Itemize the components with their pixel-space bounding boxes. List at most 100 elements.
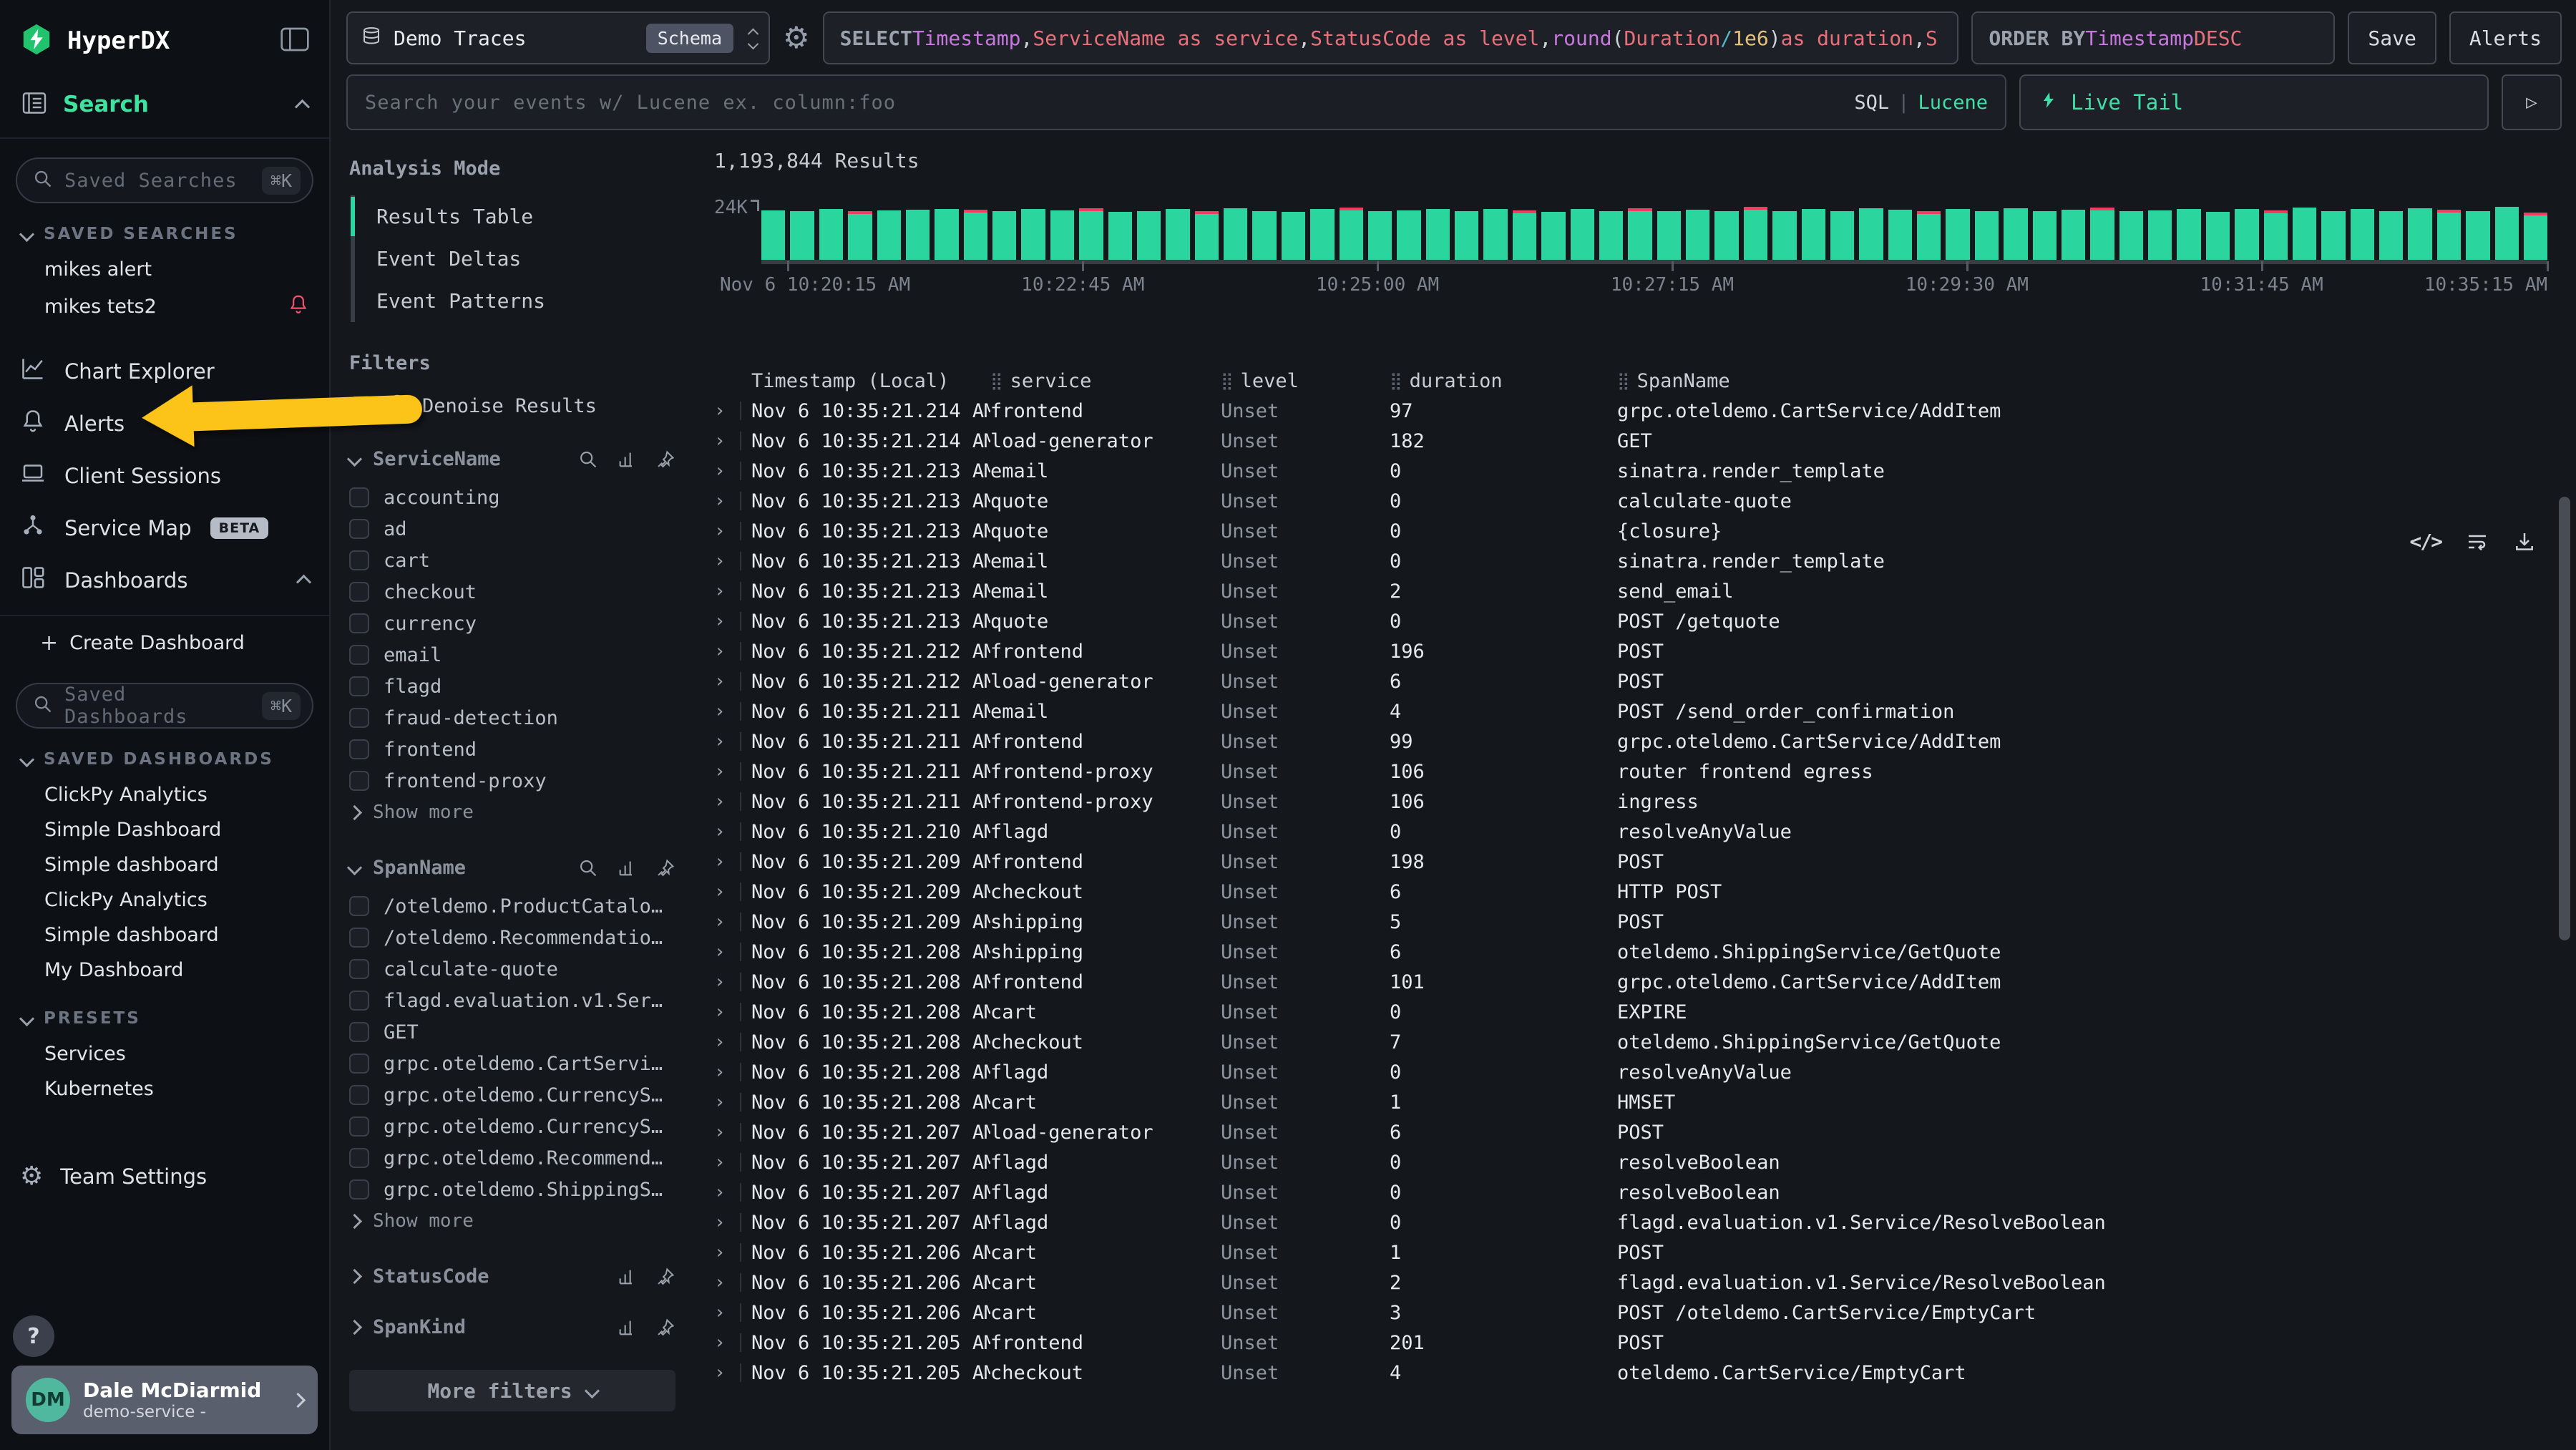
table-row[interactable]: ›Nov 6 10:35:21.214 AMload-generatorUnse…: [714, 426, 2547, 456]
histogram-bar[interactable]: [1455, 211, 1478, 260]
run-query-button[interactable]: ▷: [2502, 74, 2562, 130]
histogram-bar[interactable]: [1108, 212, 1132, 260]
vertical-scrollbar[interactable]: [2559, 497, 2570, 940]
checkbox[interactable]: [349, 1148, 369, 1168]
row-expand-chevron[interactable]: ›: [714, 550, 740, 572]
row-expand-chevron[interactable]: ›: [714, 641, 740, 662]
histogram-bar[interactable]: [1714, 211, 1738, 260]
histogram-bar[interactable]: [2264, 210, 2288, 260]
histogram-bar[interactable]: [2379, 211, 2403, 260]
sql-select-input[interactable]: SELECT Timestamp, ServiceName as service…: [823, 11, 1959, 64]
preset-item[interactable]: Kubernetes: [0, 1071, 329, 1106]
histogram-bar[interactable]: [1137, 211, 1161, 260]
drag-handle-icon[interactable]: ⣿: [990, 371, 1002, 391]
checkbox[interactable]: [349, 613, 369, 633]
chevron-up-icon[interactable]: [295, 99, 310, 114]
help-button[interactable]: ?: [13, 1315, 54, 1357]
row-expand-chevron[interactable]: ›: [714, 1242, 740, 1263]
histogram-bar[interactable]: [1541, 212, 1565, 260]
saved-dashboard-item[interactable]: Simple dashboard: [0, 918, 329, 953]
spanname-option[interactable]: grpc.oteldemo.ShippingS…: [349, 1174, 675, 1205]
histogram-bar[interactable]: [1888, 210, 1912, 260]
checkbox[interactable]: [349, 991, 369, 1011]
table-row[interactable]: ›Nov 6 10:35:21.213 AMemailUnset0sinatra…: [714, 546, 2547, 576]
saved-searches-input[interactable]: Saved Searches ⌘K: [16, 157, 313, 203]
filter-group-servicename[interactable]: ServiceName: [349, 448, 675, 470]
histogram-bar[interactable]: [877, 210, 901, 260]
row-expand-chevron[interactable]: ›: [714, 490, 740, 512]
row-expand-chevron[interactable]: ›: [714, 1031, 740, 1053]
histogram-bar[interactable]: [1946, 209, 1969, 260]
servicename-option[interactable]: ad: [349, 513, 675, 545]
drag-handle-icon[interactable]: ⣿: [1617, 371, 1629, 391]
table-row[interactable]: ›Nov 6 10:35:21.208 AMcartUnset0EXPIRE: [714, 997, 2547, 1027]
code-view-icon[interactable]: </>: [2409, 530, 2441, 553]
histogram-bar[interactable]: [1571, 209, 1594, 260]
source-selector[interactable]: Demo Traces Schema: [346, 11, 770, 64]
pin-icon[interactable]: [655, 1318, 675, 1338]
table-row[interactable]: ›Nov 6 10:35:21.209 AMfrontendUnset198PO…: [714, 847, 2547, 877]
table-row[interactable]: ›Nov 6 10:35:21.207 AMload-generatorUnse…: [714, 1117, 2547, 1147]
checkbox[interactable]: [349, 1116, 369, 1137]
histogram-bar[interactable]: [1050, 210, 1074, 260]
column-header-timestamp-local-[interactable]: Timestamp (Local): [751, 370, 990, 392]
checkbox[interactable]: [349, 1085, 369, 1105]
row-expand-chevron[interactable]: ›: [714, 701, 740, 722]
saved-dashboard-item[interactable]: My Dashboard: [0, 953, 329, 988]
row-expand-chevron[interactable]: ›: [714, 881, 740, 902]
row-expand-chevron[interactable]: ›: [714, 761, 740, 782]
histogram-bar[interactable]: [1859, 208, 1883, 260]
histogram-bar[interactable]: [935, 209, 958, 260]
row-expand-chevron[interactable]: ›: [714, 580, 740, 602]
histogram-bar[interactable]: [1368, 211, 1392, 260]
histogram-bar[interactable]: [1744, 207, 1767, 260]
histogram-bar[interactable]: [1802, 209, 1825, 260]
row-expand-chevron[interactable]: ›: [714, 460, 740, 482]
spanname-option[interactable]: /oteldemo.ProductCatalo…: [349, 890, 675, 922]
table-row[interactable]: ›Nov 6 10:35:21.213 AMquoteUnset0calcula…: [714, 486, 2547, 516]
user-menu[interactable]: DM Dale McDiarmid demo-service -: [11, 1366, 318, 1434]
checkbox[interactable]: [349, 676, 369, 696]
table-row[interactable]: ›Nov 6 10:35:21.208 AMflagdUnset0resolve…: [714, 1057, 2547, 1087]
spanname-option[interactable]: calculate-quote: [349, 953, 675, 985]
table-row[interactable]: ›Nov 6 10:35:21.212 AMfrontendUnset196PO…: [714, 636, 2547, 666]
filter-group-statuscode[interactable]: StatusCode: [349, 1265, 675, 1288]
wrap-lines-icon[interactable]: [2466, 530, 2489, 553]
column-header-duration[interactable]: ⣿duration: [1390, 370, 1617, 392]
checkbox[interactable]: [349, 550, 369, 570]
histogram-bar[interactable]: [1166, 209, 1189, 260]
table-row[interactable]: ›Nov 6 10:35:21.214 AMfrontendUnset97grp…: [714, 396, 2547, 426]
histogram-bar[interactable]: [1686, 210, 1709, 260]
histogram-bar[interactable]: [1513, 210, 1536, 260]
row-expand-chevron[interactable]: ›: [714, 821, 740, 842]
row-expand-chevron[interactable]: ›: [714, 791, 740, 812]
histogram-bar[interactable]: [1426, 209, 1450, 260]
row-expand-chevron[interactable]: ›: [714, 1152, 740, 1173]
row-expand-chevron[interactable]: ›: [714, 1182, 740, 1203]
saved-dashboard-item[interactable]: ClickPy Analytics: [0, 882, 329, 918]
histogram-bar[interactable]: [1079, 208, 1103, 260]
saved-dashboard-item[interactable]: Simple Dashboard: [0, 812, 329, 847]
table-row[interactable]: ›Nov 6 10:35:21.209 AMshippingUnset5POST: [714, 907, 2547, 937]
table-row[interactable]: ›Nov 6 10:35:21.207 AMflagdUnset0resolve…: [714, 1177, 2547, 1207]
analysis-mode-event-patterns[interactable]: Event Patterns: [355, 280, 675, 322]
sidebar-item-alerts[interactable]: Alerts: [0, 397, 329, 449]
table-row[interactable]: ›Nov 6 10:35:21.211 AMfrontendUnset99grp…: [714, 726, 2547, 756]
sidebar-item-client-sessions[interactable]: Client Sessions: [0, 449, 329, 502]
histogram-bar[interactable]: [1021, 209, 1045, 260]
sidebar-item-dashboards[interactable]: Dashboards: [0, 554, 329, 606]
filter-group-spanname[interactable]: SpanName: [349, 857, 675, 879]
table-row[interactable]: ›Nov 6 10:35:21.211 AMfrontend-proxyUnse…: [714, 756, 2547, 787]
histogram-bar[interactable]: [1975, 211, 1999, 260]
checkbox[interactable]: [349, 896, 369, 916]
histogram-bar[interactable]: [2495, 207, 2519, 260]
servicename-option[interactable]: frontend: [349, 734, 675, 765]
histogram-bar[interactable]: [1397, 210, 1420, 260]
histogram-bar[interactable]: [2524, 213, 2547, 260]
servicename-option[interactable]: fraud-detection: [349, 702, 675, 734]
checkbox[interactable]: [349, 739, 369, 759]
histogram-bar[interactable]: [2062, 210, 2085, 260]
table-row[interactable]: ›Nov 6 10:35:21.208 AMfrontendUnset101gr…: [714, 967, 2547, 997]
row-expand-chevron[interactable]: ›: [714, 1001, 740, 1023]
saved-dashboard-item[interactable]: Simple dashboard: [0, 847, 329, 882]
